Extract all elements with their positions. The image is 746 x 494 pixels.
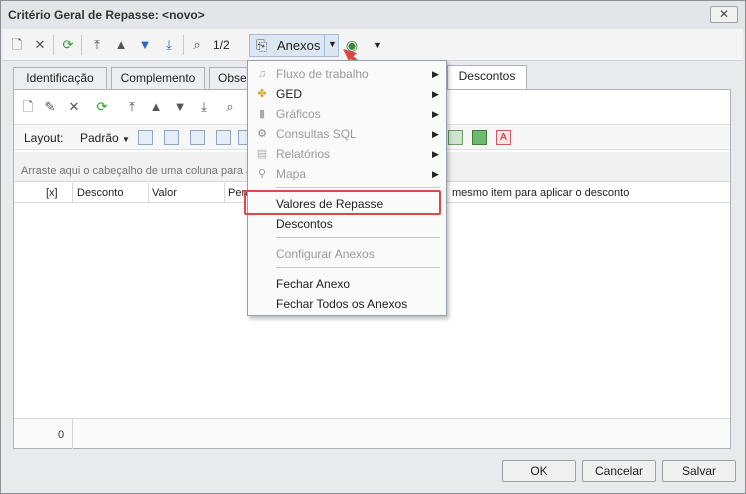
menu-separator — [276, 237, 440, 238]
delete-icon[interactable]: ✕ — [66, 99, 82, 115]
menu-item-label: Mapa — [276, 167, 307, 181]
column-header-select[interactable]: [x] — [46, 187, 58, 199]
menu-item-configurar-anexos[interactable]: Configurar Anexos — [248, 244, 446, 264]
refresh-icon[interactable]: ⟳ — [60, 37, 76, 53]
refresh-icon[interactable]: ⟳ — [94, 99, 110, 115]
menu-item-label: Fechar Todos os Anexos — [276, 297, 408, 311]
menu-item-relatorios[interactable]: ▤ Relatórios ▶ — [248, 144, 446, 164]
menu-item-label: Configurar Anexos — [276, 247, 375, 261]
column-divider — [224, 183, 225, 203]
binoculars-icon[interactable]: ⌕ — [189, 37, 205, 53]
submenu-arrow-icon: ▶ — [432, 69, 439, 79]
submenu-arrow-icon: ▶ — [432, 129, 439, 139]
split-divider — [324, 35, 325, 56]
green-grid-icon[interactable] — [448, 130, 463, 145]
menu-item-graficos[interactable]: ▮ Gráficos ▶ — [248, 104, 446, 124]
columns-icon[interactable] — [190, 130, 205, 145]
column-divider — [72, 183, 73, 203]
export-icon[interactable] — [216, 130, 231, 145]
page-indicator: 1/2 — [213, 38, 230, 52]
group-hint: Arraste aqui o cabeçalho de uma coluna p… — [21, 165, 259, 177]
anexos-label: Anexos — [277, 38, 321, 53]
menu-separator — [276, 187, 440, 188]
previous-record-icon[interactable]: ▲ — [113, 37, 129, 53]
anexos-dropdown-menu: ♫ Fluxo de trabalho ▶ ✤ GED ▶ ▮ Gráficos… — [247, 60, 447, 316]
close-button[interactable]: ✕ — [710, 6, 738, 23]
menu-item-label: Descontos — [276, 217, 333, 231]
menu-item-ged[interactable]: ✤ GED ▶ — [248, 84, 446, 104]
submenu-arrow-icon: ▶ — [432, 109, 439, 119]
tab-observacoes[interactable]: Obse — [209, 67, 249, 89]
submenu-arrow-icon: ▶ — [432, 149, 439, 159]
edit-icon[interactable]: ✎ — [42, 99, 58, 115]
anexos-button[interactable]: ⎘ Anexos ▼ — [249, 34, 339, 57]
new-document-icon[interactable]: 🗋 — [20, 99, 36, 115]
first-record-icon[interactable]: ⤒ — [124, 99, 140, 115]
new-document-icon[interactable]: 🗋 — [9, 37, 25, 53]
menu-item-consultas-sql[interactable]: ⚙ Consultas SQL ▶ — [248, 124, 446, 144]
previous-record-icon[interactable]: ▲ — [148, 99, 164, 115]
menu-item-label: Fluxo de trabalho — [276, 67, 369, 81]
layout-save-icon[interactable] — [138, 130, 153, 145]
ok-button[interactable]: OK — [502, 460, 576, 482]
window-title: Critério Geral de Repasse: <novo> — [8, 8, 205, 22]
menu-item-fechar-todos-anexos[interactable]: Fechar Todos os Anexos — [248, 294, 446, 314]
menu-item-label: Fechar Anexo — [276, 277, 351, 291]
layout-delete-icon[interactable] — [164, 130, 179, 145]
menu-item-mapa[interactable]: ⚲ Mapa ▶ — [248, 164, 446, 184]
column-header-valor[interactable]: Valor — [152, 187, 177, 199]
delete-icon[interactable]: ✕ — [32, 37, 48, 53]
first-record-icon[interactable]: ⤒ — [89, 37, 105, 53]
next-record-icon[interactable]: ▼ — [172, 99, 188, 115]
column-header-hint: mesmo item para aplicar o desconto — [452, 187, 630, 199]
dialog-window: Critério Geral de Repasse: <novo> ✕ 🗋 ✕ … — [0, 0, 746, 494]
menu-item-label: GED — [276, 87, 303, 101]
highlight-annotation-box — [244, 190, 441, 215]
tab-descontos[interactable]: Descontos — [447, 65, 527, 89]
toolbar-separator — [53, 35, 54, 55]
cancel-button[interactable]: Cancelar — [582, 460, 656, 482]
sql-query-icon: ⚙ — [257, 128, 267, 140]
last-record-icon[interactable]: ⤓ — [161, 37, 177, 53]
binoculars-icon[interactable]: ⌕ — [222, 99, 238, 115]
report-icon: ▤ — [256, 148, 268, 160]
menu-item-descontos[interactable]: Descontos — [248, 214, 446, 234]
menu-item-label: Relatórios — [276, 147, 331, 161]
chevron-down-icon[interactable]: ▼ — [328, 39, 337, 49]
dialog-button-bar: OK Cancelar Salvar — [2, 453, 744, 493]
paperclip-icon: ⎘ — [256, 37, 268, 53]
excel-icon[interactable] — [472, 130, 487, 145]
menu-item-fechar-anexo[interactable]: Fechar Anexo — [248, 274, 446, 294]
tab-identificacao[interactable]: Identificação — [13, 67, 107, 89]
map-pin-icon: ⚲ — [257, 168, 267, 180]
toolbar-separator — [183, 35, 184, 55]
column-header-desconto[interactable]: Desconto — [77, 187, 123, 199]
layout-label: Layout: — [24, 131, 64, 145]
text-format-icon[interactable]: A — [496, 130, 511, 145]
workflow-icon: ♫ — [257, 68, 267, 80]
column-divider — [148, 183, 149, 203]
column-divider — [72, 419, 73, 449]
layout-select[interactable]: Padrão ▼ — [80, 131, 130, 145]
menu-item-fluxo-de-trabalho[interactable]: ♫ Fluxo de trabalho ▶ — [248, 64, 446, 84]
layout-value: Padrão — [80, 131, 119, 145]
next-record-icon[interactable]: ▼ — [137, 37, 153, 53]
menu-item-label: Gráficos — [276, 107, 321, 121]
submenu-arrow-icon: ▶ — [432, 89, 439, 99]
title-bar[interactable]: Critério Geral de Repasse: <novo> ✕ — [1, 1, 745, 29]
submenu-arrow-icon: ▶ — [432, 169, 439, 179]
save-button[interactable]: Salvar — [662, 460, 736, 482]
menu-separator — [276, 267, 440, 268]
grid-footer: 0 — [14, 418, 730, 449]
last-record-icon[interactable]: ⤓ — [196, 99, 212, 115]
tab-complemento[interactable]: Complemento — [111, 67, 205, 89]
chart-icon: ▮ — [258, 108, 266, 120]
record-count: 0 — [58, 429, 65, 441]
ged-icon: ✤ — [257, 88, 267, 100]
menu-item-label: Consultas SQL — [276, 127, 357, 141]
toolbar-separator — [81, 35, 82, 55]
chevron-down-icon: ▼ — [122, 135, 130, 144]
